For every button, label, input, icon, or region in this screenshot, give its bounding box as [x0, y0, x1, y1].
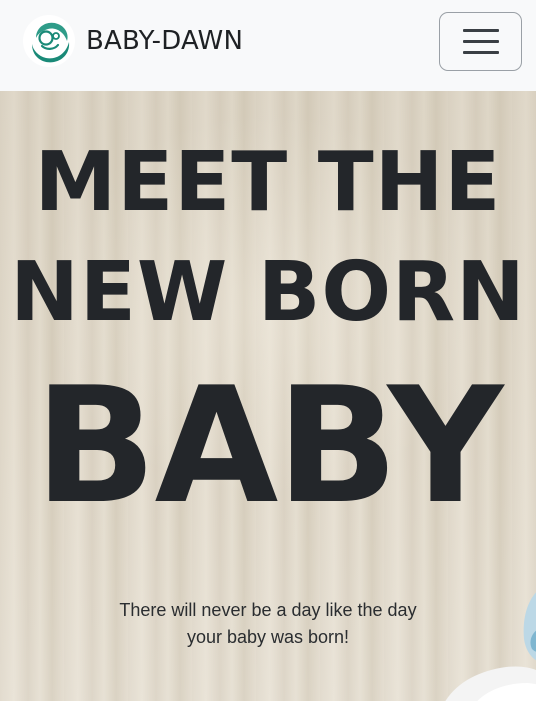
- hamburger-menu-icon-bar-top: [462, 29, 499, 32]
- hamburger-menu-icon-bar-middle: [462, 40, 499, 43]
- brand-link[interactable]: BABY-DAWN: [22, 14, 243, 68]
- hero-tagline: There will never be a day like the day y…: [0, 597, 536, 651]
- hero-heading-line-2: NEW BORN: [10, 245, 526, 340]
- hero-tagline-line-1: There will never be a day like the day: [119, 600, 417, 620]
- hero-section: MEET THE NEW BORN BABY There will never …: [0, 91, 536, 701]
- menu-toggle-button[interactable]: [439, 12, 522, 71]
- top-navbar: BABY-DAWN: [0, 0, 536, 91]
- mother-baby-logo-icon: [23, 15, 75, 67]
- hero-tagline-line-2: your baby was born!: [186, 627, 350, 647]
- hero-heading-line-1: MEET THE: [34, 135, 502, 230]
- brand-name: BABY-DAWN: [86, 26, 244, 56]
- hero-heading-line-3: BABY: [34, 352, 504, 539]
- hamburger-menu-icon-bar-bottom: [462, 51, 499, 54]
